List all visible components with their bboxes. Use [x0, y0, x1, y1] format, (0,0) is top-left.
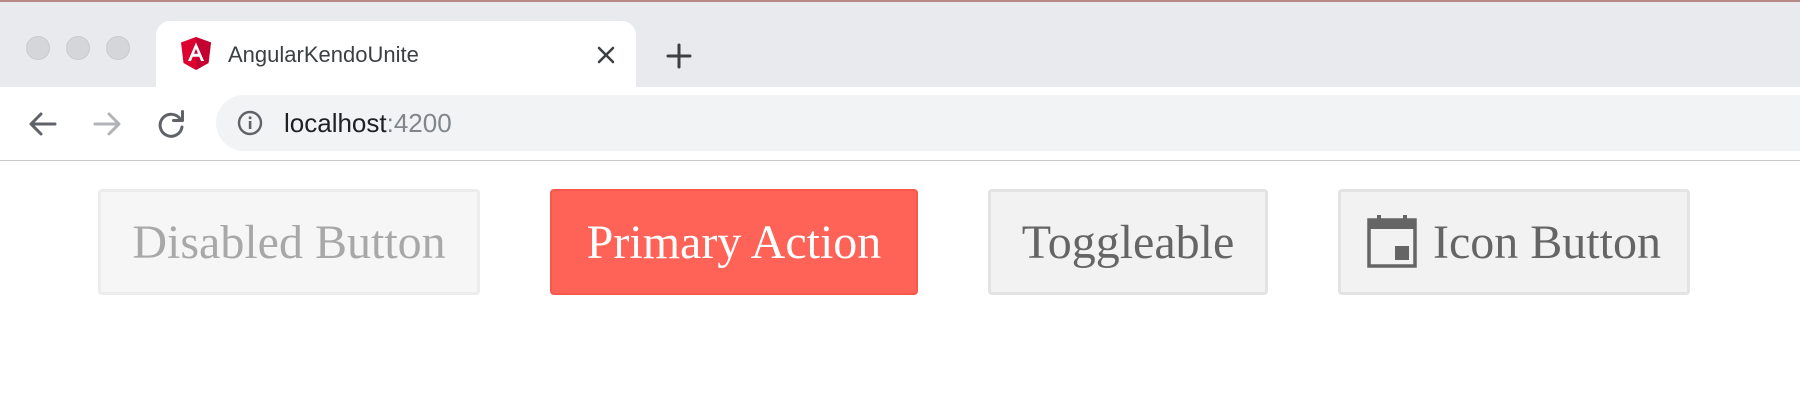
page-content: Disabled Button Primary Action Toggleabl…: [0, 161, 1800, 400]
toggleable-button[interactable]: Toggleable: [988, 189, 1268, 295]
url-host: localhost: [284, 108, 387, 138]
arrow-left-icon[interactable]: [26, 107, 60, 141]
address-bar[interactable]: localhost:4200: [216, 95, 1800, 151]
arrow-right-icon[interactable]: [90, 107, 124, 141]
browser-window: AngularKendoUnite localhost:4200 Disable…: [0, 0, 1800, 400]
primary-action-button-label: Primary Action: [586, 215, 882, 269]
disabled-button-label: Disabled Button: [132, 215, 446, 269]
browser-tab-active[interactable]: AngularKendoUnite: [156, 21, 636, 89]
window-close-control[interactable]: [26, 36, 50, 60]
plus-icon[interactable]: [662, 39, 696, 73]
calendar-icon: [1367, 215, 1417, 268]
tab-strip: AngularKendoUnite: [0, 0, 1800, 89]
window-maximize-control[interactable]: [106, 36, 130, 60]
icon-button-label: Icon Button: [1433, 215, 1661, 269]
angular-icon: [181, 37, 211, 70]
window-minimize-control[interactable]: [66, 36, 90, 60]
toggleable-button-label: Toggleable: [1021, 215, 1235, 269]
close-icon[interactable]: [592, 41, 620, 69]
primary-action-button[interactable]: Primary Action: [550, 189, 918, 295]
url-text[interactable]: localhost:4200: [284, 108, 452, 138]
disabled-button: Disabled Button: [98, 189, 480, 295]
url-port: :4200: [386, 108, 452, 138]
icon-button[interactable]: Icon Button: [1338, 189, 1690, 295]
reload-icon[interactable]: [154, 107, 188, 141]
tab-title: AngularKendoUnite: [228, 42, 419, 67]
info-icon[interactable]: [236, 109, 264, 137]
browser-toolbar: localhost:4200: [0, 87, 1800, 161]
